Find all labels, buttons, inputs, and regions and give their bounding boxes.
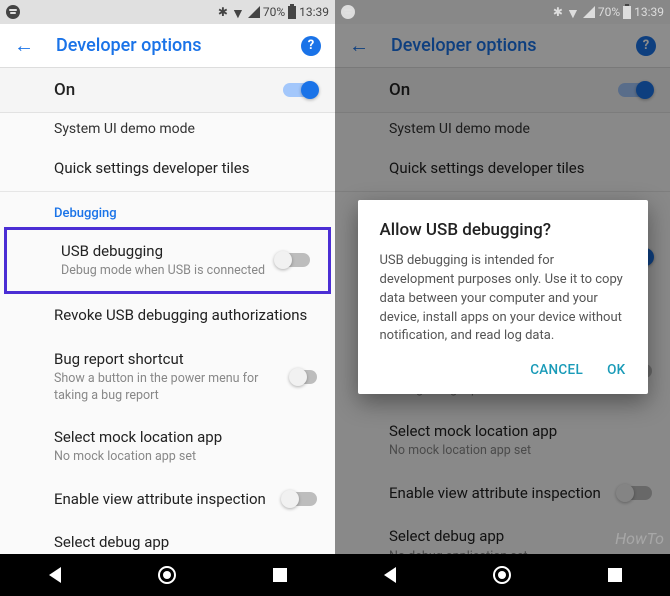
select-debug-title: Select debug app xyxy=(54,533,319,553)
usb-debugging-switch[interactable] xyxy=(276,253,310,267)
mock-location-row[interactable]: Select mock location app No mock locatio… xyxy=(0,416,335,478)
dialog-body: USB debugging is intended for developmen… xyxy=(380,252,626,346)
bluetooth-icon: ✱ xyxy=(553,5,563,19)
battery-icon xyxy=(623,6,631,19)
usb-debugging-dialog: Allow USB debugging? USB debugging is in… xyxy=(358,200,648,394)
select-debug-row[interactable]: Select debug app No debug application se… xyxy=(0,521,335,554)
phone-left: ✱ ▼ 70% 13:39 ← Developer options ? On S… xyxy=(0,0,335,596)
clock: 13:39 xyxy=(299,5,329,19)
bug-report-switch[interactable] xyxy=(291,370,317,384)
ok-button[interactable]: OK xyxy=(607,362,625,378)
nav-home-icon[interactable] xyxy=(493,566,511,584)
usb-debugging-highlight: USB debugging Debug mode when USB is con… xyxy=(4,227,331,295)
usb-debugging-title: USB debugging xyxy=(61,242,265,262)
status-bar: ✱ ▼ 70% 13:39 xyxy=(0,0,335,24)
nav-bar xyxy=(0,554,335,596)
nav-home-icon[interactable] xyxy=(158,566,176,584)
bug-report-sub: Show a button in the power menu for taki… xyxy=(54,371,291,404)
master-toggle-row[interactable]: On xyxy=(0,68,335,113)
battery-icon xyxy=(288,6,296,19)
spotify-icon xyxy=(341,5,355,19)
bluetooth-icon: ✱ xyxy=(218,5,228,19)
back-arrow-icon[interactable]: ← xyxy=(14,33,34,58)
quick-tiles-row[interactable]: Quick settings developer tiles xyxy=(0,147,335,191)
mock-location-sub: No mock location app set xyxy=(54,449,319,465)
nav-back-icon[interactable] xyxy=(49,567,61,583)
battery-pct: 70% xyxy=(263,5,285,19)
bug-report-row[interactable]: Bug report shortcut Show a button in the… xyxy=(0,338,335,416)
help-icon[interactable]: ? xyxy=(301,36,321,56)
wifi-icon: ▼ xyxy=(231,5,245,22)
signal-icon xyxy=(248,6,260,18)
wifi-icon: ▼ xyxy=(566,5,580,22)
view-attr-switch[interactable] xyxy=(283,492,317,506)
settings-list[interactable]: On System UI demo mode Quick settings de… xyxy=(0,68,335,554)
revoke-label: Revoke USB debugging authorizations xyxy=(54,306,319,326)
page-title: Developer options xyxy=(56,35,279,56)
cancel-button[interactable]: CANCEL xyxy=(530,362,583,378)
view-attr-label: Enable view attribute inspection xyxy=(54,490,266,510)
nav-recent-icon[interactable] xyxy=(608,568,622,582)
dialog-actions: CANCEL OK xyxy=(380,362,626,386)
signal-icon xyxy=(583,6,595,18)
master-toggle-switch[interactable] xyxy=(283,83,317,97)
dialog-title: Allow USB debugging? xyxy=(380,220,626,240)
phone-right: ✱ ▼ 70% 13:39 ← Developer options ? On S… xyxy=(335,0,670,596)
status-bar: ✱ ▼ 70% 13:39 xyxy=(335,0,670,24)
quick-tiles-label: Quick settings developer tiles xyxy=(54,159,319,179)
truncated-row: System UI demo mode xyxy=(0,113,335,147)
usb-debugging-sub: Debug mode when USB is connected xyxy=(61,263,265,279)
usb-debugging-row[interactable]: USB debugging Debug mode when USB is con… xyxy=(7,230,328,292)
view-attr-row[interactable]: Enable view attribute inspection xyxy=(0,478,335,522)
app-bar: ← Developer options ? xyxy=(0,24,335,68)
bug-report-title: Bug report shortcut xyxy=(54,350,291,370)
nav-recent-icon[interactable] xyxy=(273,568,287,582)
nav-bar xyxy=(335,554,670,596)
master-toggle-label: On xyxy=(54,80,75,100)
clock: 13:39 xyxy=(634,5,664,19)
battery-pct: 70% xyxy=(598,5,620,19)
spotify-icon xyxy=(6,5,20,19)
revoke-row[interactable]: Revoke USB debugging authorizations xyxy=(0,294,335,338)
mock-location-title: Select mock location app xyxy=(54,428,319,448)
nav-back-icon[interactable] xyxy=(384,567,396,583)
section-debugging: Debugging xyxy=(0,192,335,227)
